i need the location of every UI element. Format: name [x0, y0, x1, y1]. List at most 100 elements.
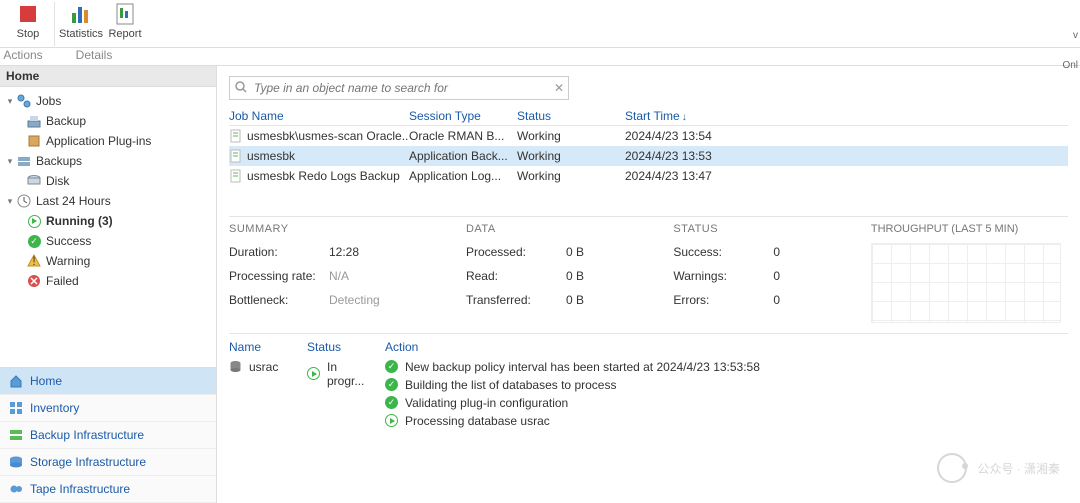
- ribbon-toolbar: Stop Statistics Report: [0, 0, 1080, 48]
- col-jobname[interactable]: Job Name: [229, 109, 409, 123]
- tree-disk[interactable]: Disk: [0, 171, 216, 191]
- ok-icon: ✓: [385, 396, 399, 410]
- tree-backup[interactable]: Backup: [0, 111, 216, 131]
- job-row[interactable]: usmesbk Redo Logs Backup Application Log…: [229, 166, 1068, 186]
- tree-warning[interactable]: ! Warning: [0, 251, 216, 271]
- col-status[interactable]: Status: [517, 109, 625, 123]
- ribbon-group-labels: Actions Details: [0, 48, 1080, 66]
- processed-label: Processed:: [466, 245, 566, 259]
- navpane-storage-infra[interactable]: Storage Infrastructure: [0, 449, 216, 476]
- collapse-icon[interactable]: ▾: [4, 156, 16, 167]
- action-head: Action: [385, 340, 1050, 354]
- tree-running[interactable]: Running (3): [0, 211, 216, 231]
- tree-backups[interactable]: ▾Backups: [0, 151, 216, 171]
- report-icon: [113, 2, 137, 26]
- report-button[interactable]: Report: [103, 2, 147, 40]
- summary-section: SUMMARY Duration:12:28 Processing rate:N…: [229, 223, 466, 323]
- obj-status-value: In progr...: [327, 360, 367, 388]
- job-start: 2024/4/23 13:47: [625, 169, 775, 183]
- job-name: usmesbk Redo Logs Backup: [247, 169, 400, 183]
- stop-icon: [16, 2, 40, 26]
- job-list: Job Name Session Type Status Start Time↓…: [217, 106, 1080, 186]
- backup-icon: [26, 113, 42, 129]
- navpane-backup-infra-label: Backup Infrastructure: [30, 428, 144, 442]
- col-sessiontype[interactable]: Session Type: [409, 109, 517, 123]
- job-row[interactable]: usmesbk\usmes-scan Oracle... Oracle RMAN…: [229, 126, 1068, 146]
- job-name: usmesbk: [247, 149, 295, 163]
- warnings-value: 0: [773, 269, 833, 283]
- status-section: STATUS Success:0 Warnings:0 Errors:0: [673, 223, 871, 323]
- ribbon-group-details: Details: [46, 48, 142, 65]
- sort-desc-icon: ↓: [682, 112, 687, 123]
- tape-infra-icon: [8, 481, 24, 497]
- ribbon-group-actions: Actions: [0, 48, 46, 65]
- tree-success[interactable]: ✓Success: [0, 231, 216, 251]
- clock-icon: [16, 193, 32, 209]
- file-icon: [229, 169, 243, 183]
- job-type: Application Back...: [409, 149, 517, 163]
- job-type: Oracle RMAN B...: [409, 129, 517, 143]
- collapse-icon[interactable]: ▾: [4, 196, 16, 207]
- plugin-icon: [26, 133, 42, 149]
- storage-infra-icon: [8, 454, 24, 470]
- job-row[interactable]: usmesbk Application Back... Working 2024…: [229, 146, 1068, 166]
- rate-value: N/A: [329, 269, 389, 283]
- right-edge-text-bottom: Onl: [1062, 60, 1078, 71]
- job-status: Working: [517, 149, 625, 163]
- file-icon: [229, 149, 243, 163]
- duration-label: Duration:: [229, 245, 329, 259]
- content-area: ✕ Job Name Session Type Status Start Tim…: [217, 66, 1080, 503]
- job-name: usmesbk\usmes-scan Oracle...: [247, 129, 409, 143]
- tree-plugins[interactable]: Application Plug-ins: [0, 131, 216, 151]
- navpane-backup-infra[interactable]: Backup Infrastructure: [0, 422, 216, 449]
- col-starttime[interactable]: Start Time↓: [625, 109, 775, 123]
- job-type: Application Log...: [409, 169, 517, 183]
- tree-plugins-label: Application Plug-ins: [46, 134, 151, 148]
- navpane-storage-infra-label: Storage Infrastructure: [30, 455, 146, 469]
- job-status: Working: [517, 169, 625, 183]
- action-line: New backup policy interval has been star…: [405, 360, 760, 374]
- svg-text:!: !: [32, 254, 35, 268]
- tree-jobs[interactable]: ▾Jobs: [0, 91, 216, 111]
- backup-infra-icon: [8, 427, 24, 443]
- bar-chart-icon: [69, 2, 93, 26]
- backups-icon: [16, 153, 32, 169]
- ok-icon: ✓: [385, 360, 399, 374]
- action-line: Building the list of databases to proces…: [405, 378, 616, 392]
- inventory-icon: [8, 400, 24, 416]
- transferred-label: Transferred:: [466, 293, 566, 307]
- searchbar: ✕: [217, 66, 1080, 106]
- rate-label: Processing rate:: [229, 269, 329, 283]
- ok-icon: ✓: [385, 378, 399, 392]
- statistics-button[interactable]: Statistics: [59, 2, 103, 40]
- collapse-icon[interactable]: ▾: [4, 96, 16, 107]
- tree-success-label: Success: [46, 234, 91, 248]
- clear-search-icon[interactable]: ✕: [554, 81, 564, 95]
- details-panel: SUMMARY Duration:12:28 Processing rate:N…: [229, 216, 1068, 323]
- search-input[interactable]: [254, 81, 548, 95]
- navpane-tape-infra-label: Tape Infrastructure: [30, 482, 130, 496]
- database-icon: [229, 360, 243, 374]
- search-box[interactable]: ✕: [229, 76, 569, 100]
- bottleneck-label: Bottleneck:: [229, 293, 329, 307]
- stop-button[interactable]: Stop: [6, 2, 50, 40]
- nav-tree: ▾Jobs Backup Application Plug-ins ▾Backu…: [0, 87, 216, 367]
- tree-warning-label: Warning: [46, 254, 90, 268]
- tree-last24[interactable]: ▾Last 24 Hours: [0, 191, 216, 211]
- success-label: Success:: [673, 245, 773, 259]
- nav-panes: Home Inventory Backup Infrastructure Sto…: [0, 367, 216, 503]
- navpane-tape-infra[interactable]: Tape Infrastructure: [0, 476, 216, 503]
- throughput-chart: [871, 243, 1061, 323]
- ribbon-separator: [54, 2, 55, 46]
- navpane-home[interactable]: Home: [0, 368, 216, 395]
- in-progress-icon: [385, 414, 399, 428]
- statistics-label: Statistics: [59, 28, 103, 40]
- navpane-inventory-label: Inventory: [30, 401, 79, 415]
- disk-icon: [26, 173, 42, 189]
- job-start: 2024/4/23 13:54: [625, 129, 775, 143]
- tree-failed[interactable]: Failed: [0, 271, 216, 291]
- warnings-label: Warnings:: [673, 269, 773, 283]
- navpane-inventory[interactable]: Inventory: [0, 395, 216, 422]
- success-value: 0: [773, 245, 833, 259]
- throughput-section: THROUGHPUT (LAST 5 MIN): [871, 223, 1068, 323]
